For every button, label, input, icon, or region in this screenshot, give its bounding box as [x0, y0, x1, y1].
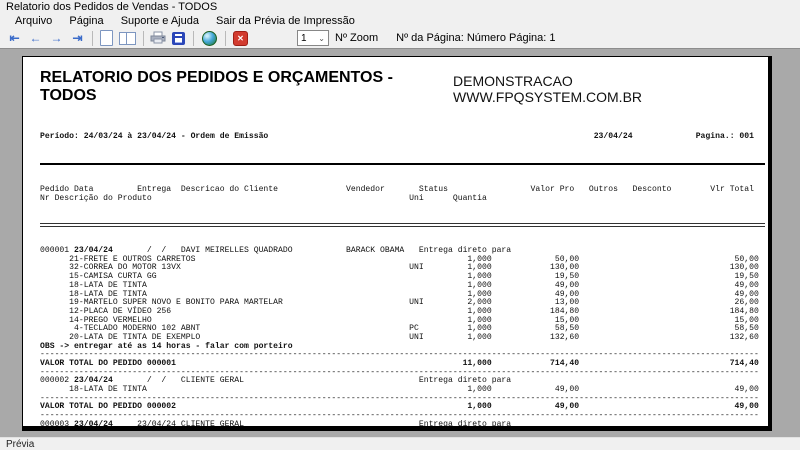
- report-title: RELATORIO DOS PEDIDOS E ORÇAMENTOS - TOD…: [40, 69, 393, 104]
- menu-item-sair-da-previa[interactable]: Sair da Prévia de Impressão: [209, 15, 362, 28]
- last-page-button[interactable]: ⇥: [67, 29, 88, 47]
- report-page: RELATORIO DOS PEDIDOS E ORÇAMENTOS - TOD…: [22, 56, 772, 431]
- menu-item-suporte-e-ajuda[interactable]: Suporte e Ajuda: [114, 15, 206, 28]
- report-demo-text: DEMONSTRACAO WWW.FPQSYSTEM.COM.BR: [453, 73, 643, 105]
- report-line: Nr Descrição do Produto Uni Quantia: [40, 193, 759, 203]
- zoom-label: Nº Zoom: [335, 32, 379, 44]
- report-column-headers: Pedido Data Entrega Descricao do Cliente…: [40, 185, 768, 203]
- chevron-down-icon: ⌄: [318, 33, 325, 43]
- printer-icon: [150, 31, 166, 44]
- menu-item-arquivo[interactable]: Arquivo: [8, 15, 59, 28]
- first-page-icon: ⇤: [9, 31, 20, 45]
- toolbar-separator: [193, 30, 194, 46]
- last-page-icon: ⇥: [72, 31, 83, 45]
- close-icon: ✕: [233, 30, 248, 46]
- previous-page-button[interactable]: ←: [25, 29, 46, 47]
- menu-item-pagina[interactable]: Página: [62, 15, 110, 28]
- toolbar-separator: [92, 30, 93, 46]
- menu-bar: Arquivo Página Suporte e Ajuda Sair da P…: [0, 15, 800, 28]
- report-body: 000001 23/04/24 / / DAVI MEIRELLES QUADR…: [40, 246, 768, 431]
- print-button[interactable]: [148, 29, 168, 47]
- next-page-icon: →: [50, 31, 63, 45]
- first-page-button[interactable]: ⇤: [4, 29, 25, 47]
- page-number-label: Nº da Página: Número Página: 1: [396, 32, 556, 44]
- report-rule: [40, 162, 765, 165]
- report-header: RELATORIO DOS PEDIDOS E ORÇAMENTOS - TOD…: [40, 69, 765, 105]
- preview-area[interactable]: RELATORIO DOS PEDIDOS E ORÇAMENTOS - TOD…: [0, 48, 800, 437]
- status-bar: Prévia: [0, 437, 800, 450]
- print-setup-button[interactable]: [168, 29, 189, 47]
- previous-page-icon: ←: [29, 31, 42, 45]
- two-page-view-button[interactable]: [116, 29, 139, 47]
- next-page-button[interactable]: →: [46, 29, 67, 47]
- toolbar: ⇤ ← → ⇥ ✕ 1 ⌄ Nº Zoom Nº da Página: Núme…: [0, 28, 800, 48]
- one-page-icon: [100, 30, 113, 46]
- website-button[interactable]: [198, 29, 221, 47]
- report-line: 000003 23/04/24 23/04/24 CLIENTE GERAL E…: [40, 419, 759, 429]
- zoom-value: 1: [301, 32, 307, 44]
- print-setup-icon: [172, 31, 185, 45]
- report-text: Período: 24/03/24 à 23/04/24 - Ordem de …: [40, 116, 768, 431]
- window-title: Relatorio dos Pedidos de Vendas - TODOS: [0, 0, 800, 15]
- globe-icon: [202, 30, 217, 46]
- close-preview-button[interactable]: ✕: [230, 29, 251, 47]
- toolbar-separator: [225, 30, 226, 46]
- one-page-view-button[interactable]: [97, 29, 116, 47]
- two-pages-icon: [119, 31, 136, 45]
- report-rule: [40, 222, 765, 227]
- report-line: 19-MARTELO SUPER NOVO E BONITO PARA MART…: [40, 430, 768, 431]
- toolbar-separator: [143, 30, 144, 46]
- zoom-select[interactable]: 1 ⌄: [297, 30, 329, 46]
- report-period-line: Período: 24/03/24 à 23/04/24 - Ordem de …: [40, 132, 759, 142]
